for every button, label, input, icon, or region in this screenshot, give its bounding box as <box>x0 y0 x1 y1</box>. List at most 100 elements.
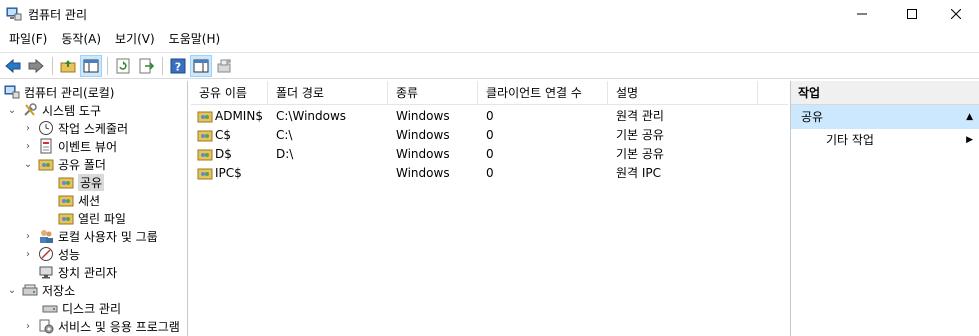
column-header-description[interactable]: 설명 <box>608 81 758 105</box>
tree-item-event-viewer[interactable]: › 이벤트 뷰어 <box>22 137 117 155</box>
chevron-right-icon[interactable]: › <box>22 141 34 152</box>
tree-label: 장치 관리자 <box>58 265 118 280</box>
show-hide-action-pane-button[interactable] <box>190 54 212 77</box>
tree-label: 공유 폴더 <box>58 157 106 172</box>
table-row[interactable]: IPC$ Windows 0 원격 IPC <box>191 164 788 183</box>
console-tree-icon <box>83 59 99 72</box>
menu-action[interactable]: 동작(A) <box>54 28 108 50</box>
chevron-right-icon[interactable]: › <box>22 231 34 242</box>
toolbar-separator <box>107 56 108 75</box>
tree-item-task-scheduler[interactable]: › 작업 스케줄러 <box>22 119 128 137</box>
chevron-right-icon[interactable]: › <box>22 321 34 332</box>
shares-list: 공유 이름 폴더 경로 종류 클라이언트 연결 수 설명 ADMIN$ C:\W… <box>191 81 788 336</box>
folder-up-icon <box>60 59 76 72</box>
help-button[interactable]: ? <box>167 55 189 77</box>
tree-label: 열린 파일 <box>78 211 126 226</box>
services-icon <box>39 319 54 334</box>
cell-client-connections: 0 <box>486 147 494 161</box>
cell-description: 기본 공유 <box>616 147 664 161</box>
event-viewer-icon <box>40 138 52 154</box>
console-tree: 컴퓨터 관리(로컬) ⌄ 시스템 도구 › 작업 스케줄러 › 이벤트 뷰어 ⌄… <box>0 81 188 336</box>
back-arrow-icon <box>5 58 21 73</box>
tree-item-services[interactable]: › 서비스 및 응용 프로그램 <box>22 317 180 335</box>
tree-item-sessions[interactable]: 세션 <box>58 191 100 209</box>
toolbar: ? <box>0 52 979 79</box>
tree-label: 시스템 도구 <box>42 103 102 118</box>
tree-label: 성능 <box>58 247 81 262</box>
cell-type: Windows <box>396 147 450 161</box>
svg-text:?: ? <box>175 60 181 73</box>
forward-arrow-icon <box>28 58 44 73</box>
new-share-button[interactable] <box>213 55 235 77</box>
collapse-arrow-icon[interactable]: ▲ <box>966 105 973 129</box>
disk-management-icon <box>42 305 58 313</box>
device-manager-icon <box>39 266 53 279</box>
column-header-client-connections[interactable]: 클라이언트 연결 수 <box>478 81 608 105</box>
tree-item-performance[interactable]: › 성능 <box>22 245 80 263</box>
cell-folder-path: C:\ <box>276 128 293 142</box>
cell-type: Windows <box>396 128 450 142</box>
performance-icon <box>39 247 53 261</box>
tree-label: 세션 <box>78 193 101 208</box>
chevron-right-icon[interactable]: › <box>22 123 34 134</box>
tree-label: 작업 스케줄러 <box>58 121 129 136</box>
shared-folder-icon <box>197 149 213 161</box>
table-row[interactable]: ADMIN$ C:\Windows Windows 0 원격 관리 <box>191 107 788 126</box>
column-header-folder-path[interactable]: 폴더 경로 <box>268 81 388 105</box>
actions-pane: 작업 공유 ▲ 기타 작업 ▶ <box>790 81 979 336</box>
users-icon <box>40 230 53 243</box>
up-one-level-button[interactable] <box>57 55 79 77</box>
tree-label: 로컬 사용자 및 그룹 <box>58 229 158 244</box>
action-pane-icon <box>193 59 209 72</box>
tree-label: 저장소 <box>42 283 76 298</box>
computer-management-icon <box>4 85 20 99</box>
tree-item-device-manager[interactable]: 장치 관리자 <box>38 263 117 281</box>
chevron-right-icon[interactable]: › <box>22 249 34 260</box>
title-bar: 컴퓨터 관리 <box>0 0 979 28</box>
chevron-down-icon[interactable]: ⌄ <box>6 285 18 296</box>
forward-button[interactable] <box>25 55 47 77</box>
column-header-share-name[interactable]: 공유 이름 <box>191 81 268 105</box>
chevron-down-icon[interactable]: ⌄ <box>22 159 34 170</box>
table-row[interactable]: D$ D:\ Windows 0 기본 공유 <box>191 145 788 164</box>
toolbar-separator <box>52 56 53 75</box>
minimize-button[interactable] <box>839 0 885 28</box>
cell-folder-path: C:\Windows <box>276 109 347 123</box>
tree-item-local-users[interactable]: › 로컬 사용자 및 그룹 <box>22 227 158 245</box>
cell-share-name: C$ <box>215 128 232 142</box>
table-row[interactable]: C$ C:\ Windows 0 기본 공유 <box>191 126 788 145</box>
tree-label: 컴퓨터 관리(로컬) <box>24 85 115 100</box>
tree-item-disk-management[interactable]: 디스크 관리 <box>42 299 121 317</box>
shared-folder-icon <box>197 168 213 180</box>
cell-type: Windows <box>396 166 450 180</box>
chevron-down-icon[interactable]: ⌄ <box>6 105 18 116</box>
window-title: 컴퓨터 관리 <box>28 8 88 22</box>
tree-item-storage[interactable]: ⌄ 저장소 <box>6 281 75 299</box>
tree-item-shares[interactable]: 공유 <box>58 173 105 191</box>
export-list-button[interactable] <box>135 55 157 77</box>
tree-label: 디스크 관리 <box>62 301 122 316</box>
tree-item-shared-folders[interactable]: ⌄ 공유 폴더 <box>22 155 106 173</box>
shared-folder-icon <box>58 177 74 189</box>
tree-item-root[interactable]: 컴퓨터 관리(로컬) <box>4 83 114 101</box>
close-button[interactable] <box>933 0 979 28</box>
maximize-button[interactable] <box>889 0 935 28</box>
actions-title: 작업 <box>791 81 979 105</box>
menu-view[interactable]: 보기(V) <box>108 28 162 50</box>
shared-folder-icon <box>197 111 213 123</box>
more-actions-item[interactable]: 기타 작업 ▶ <box>791 129 979 151</box>
menu-bar: 파일(F) 동작(A) 보기(V) 도움말(H) <box>0 28 979 50</box>
back-button[interactable] <box>2 55 24 77</box>
column-header-type[interactable]: 종류 <box>388 81 478 105</box>
refresh-button[interactable] <box>112 55 134 77</box>
refresh-icon <box>116 58 130 73</box>
tree-label: 이벤트 뷰어 <box>58 139 118 154</box>
computer-management-icon <box>6 7 22 21</box>
tree-item-open-files[interactable]: 열린 파일 <box>58 209 126 227</box>
shared-folder-icon <box>197 130 213 142</box>
menu-file[interactable]: 파일(F) <box>2 28 54 50</box>
menu-help[interactable]: 도움말(H) <box>162 28 228 50</box>
actions-section-shares[interactable]: 공유 ▲ <box>791 105 979 129</box>
show-hide-console-tree-button[interactable] <box>80 54 102 77</box>
tree-item-system-tools[interactable]: ⌄ 시스템 도구 <box>6 101 101 119</box>
